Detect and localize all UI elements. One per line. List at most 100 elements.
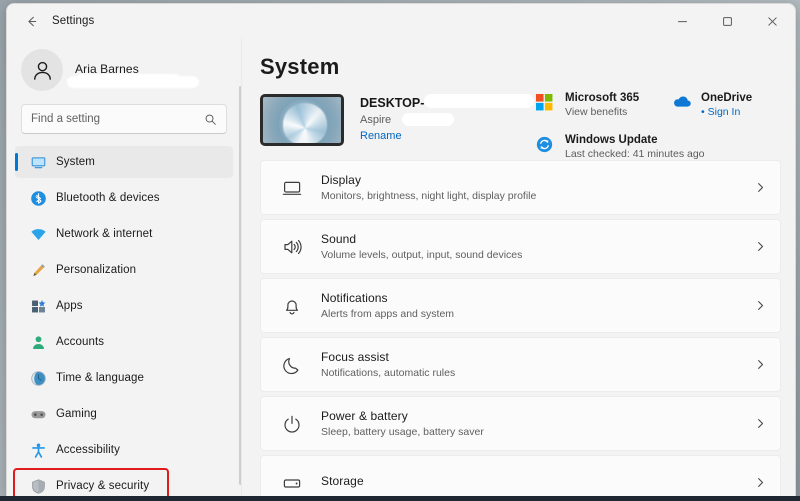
settings-card-display[interactable]: Display Monitors, brightness, night ligh…	[260, 160, 781, 215]
onedrive-signin-label: Sign In	[708, 106, 741, 118]
sidebar-item-system[interactable]: System	[15, 146, 233, 178]
device-name: DESKTOP-	[360, 96, 424, 110]
settings-card-text: Notifications Alerts from apps and syste…	[321, 291, 755, 320]
monitor-icon	[24, 154, 52, 171]
microsoft-365-title: Microsoft 365	[565, 92, 639, 104]
sidebar-item-label: Privacy & security	[56, 480, 149, 492]
chevron-right-icon	[755, 241, 766, 252]
close-icon	[767, 16, 778, 27]
wifi-icon	[24, 226, 52, 243]
wifi-icon	[30, 226, 47, 243]
sidebar-item-label: Gaming	[56, 408, 97, 420]
settings-card-text: Focus assist Notifications, automatic ru…	[321, 350, 755, 379]
settings-card-power-battery[interactable]: Power & battery Sleep, battery usage, ba…	[260, 396, 781, 451]
sidebar-item-network-internet[interactable]: Network & internet	[15, 218, 233, 250]
search-input[interactable]	[31, 113, 204, 125]
search-icon[interactable]	[204, 113, 217, 126]
profile-text: Aria Barnes	[75, 62, 139, 78]
desktop-background: Settings	[0, 0, 800, 501]
settings-card-title: Power & battery	[321, 409, 755, 423]
maximize-button[interactable]	[705, 4, 750, 38]
device-model-text: Aspire	[360, 114, 391, 126]
display-monitor-icon	[277, 178, 307, 198]
minimize-button[interactable]	[660, 4, 705, 38]
storage-drive-icon	[282, 473, 302, 493]
onedrive-tile[interactable]: OneDrive • Sign In	[669, 90, 755, 120]
microsoft-365-icon	[536, 92, 558, 116]
monitor-icon	[30, 154, 47, 171]
settings-card-text: Power & battery Sleep, battery usage, ba…	[321, 409, 755, 438]
shield-icon	[30, 478, 47, 495]
page-title: System	[260, 54, 795, 80]
rename-button[interactable]: Rename	[360, 130, 402, 142]
sidebar-item-accessibility[interactable]: Accessibility	[15, 434, 233, 466]
windows-update-status-title: Windows Update	[565, 134, 705, 146]
device-name-text: DESKTOP-	[360, 96, 424, 110]
power-icon	[282, 414, 302, 434]
settings-card-focus-assist[interactable]: Focus assist Notifications, automatic ru…	[260, 337, 781, 392]
chevron-right-icon[interactable]	[755, 300, 766, 311]
sidebar-item-label: Time & language	[56, 372, 144, 384]
sidebar-item-gaming[interactable]: Gaming	[15, 398, 233, 430]
status-row-top: Microsoft 365 View benefits OneDrive	[533, 90, 781, 120]
onedrive-subtitle[interactable]: • Sign In	[701, 106, 752, 118]
moon-icon	[277, 355, 307, 375]
microsoft-365-tile[interactable]: Microsoft 365 View benefits	[533, 90, 669, 120]
account-person-icon	[24, 334, 52, 351]
user-profile[interactable]: Aria Barnes	[7, 38, 241, 94]
title-bar: Settings	[7, 4, 795, 38]
search-box[interactable]	[21, 104, 227, 134]
sidebar-item-accounts[interactable]: Accounts	[15, 326, 233, 358]
sidebar-item-label: Accounts	[56, 336, 104, 348]
close-button[interactable]	[750, 4, 795, 38]
sidebar-item-bluetooth-devices[interactable]: Bluetooth & devices	[15, 182, 233, 214]
chevron-right-icon	[755, 477, 766, 488]
sidebar-item-label: Personalization	[56, 264, 136, 276]
settings-card-storage[interactable]: Storage	[260, 455, 781, 501]
status-row-bottom: Windows Update Last checked: 41 minutes …	[533, 132, 781, 162]
settings-card-sound[interactable]: Sound Volume levels, output, input, soun…	[260, 219, 781, 274]
bluetooth-icon	[24, 190, 52, 207]
maximize-icon	[722, 16, 733, 27]
accessibility-icon	[24, 442, 52, 459]
settings-card-subtitle: Monitors, brightness, night light, displ…	[321, 190, 755, 202]
redaction-mark-device-name	[424, 94, 534, 108]
back-arrow-icon	[24, 14, 39, 29]
settings-card-title: Focus assist	[321, 350, 755, 364]
sidebar-item-apps[interactable]: Apps	[15, 290, 233, 322]
storage-drive-icon	[277, 473, 307, 493]
account-person-icon	[30, 334, 47, 351]
chevron-right-icon	[755, 359, 766, 370]
windows-update-status-text: Windows Update Last checked: 41 minutes …	[565, 134, 705, 160]
moon-icon	[282, 355, 302, 375]
main-content: System DESKTOP- Aspire Rename	[242, 38, 795, 501]
sidebar: Aria Barnes System Bluetooth &	[7, 38, 241, 501]
chevron-right-icon	[755, 300, 766, 311]
back-button[interactable]	[16, 7, 46, 35]
settings-card-notifications[interactable]: Notifications Alerts from apps and syste…	[260, 278, 781, 333]
shield-icon	[24, 478, 52, 495]
settings-card-text: Sound Volume levels, output, input, soun…	[321, 232, 755, 261]
sidebar-item-personalization[interactable]: Personalization	[15, 254, 233, 286]
person-avatar-icon	[30, 58, 55, 83]
chevron-right-icon[interactable]	[755, 359, 766, 370]
chevron-right-icon[interactable]	[755, 477, 766, 488]
microsoft-365-text: Microsoft 365 View benefits	[565, 92, 639, 118]
status-cluster: Microsoft 365 View benefits OneDrive	[533, 90, 781, 162]
settings-card-title: Storage	[321, 474, 755, 488]
sidebar-item-label: Network & internet	[56, 228, 152, 240]
clock-globe-icon	[30, 370, 47, 387]
chevron-right-icon[interactable]	[755, 418, 766, 429]
settings-card-title: Display	[321, 173, 755, 187]
avatar	[21, 49, 63, 91]
chevron-right-icon[interactable]	[755, 241, 766, 252]
windows-update-tile[interactable]: Windows Update Last checked: 41 minutes …	[533, 132, 708, 162]
speaker-icon	[282, 237, 302, 257]
sidebar-item-time-language[interactable]: Time & language	[15, 362, 233, 394]
chevron-right-icon[interactable]	[755, 182, 766, 193]
settings-card-subtitle: Alerts from apps and system	[321, 308, 755, 320]
settings-card-title: Sound	[321, 232, 755, 246]
sidebar-nav-list: System Bluetooth & devices Network & int…	[7, 146, 241, 501]
wallpaper-bloom-petals	[283, 103, 327, 145]
taskbar-sliver	[0, 496, 800, 501]
